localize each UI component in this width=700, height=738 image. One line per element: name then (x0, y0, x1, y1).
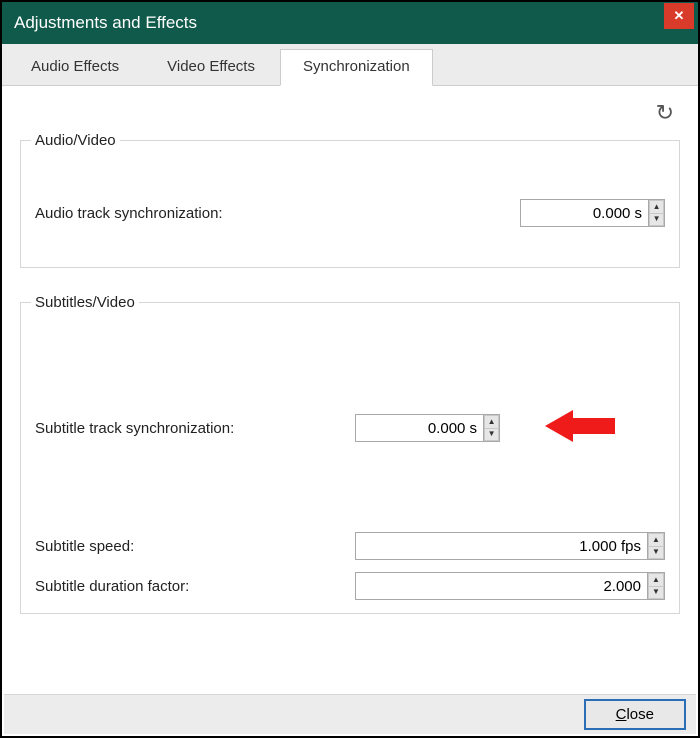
audio-sync-label: Audio track synchronization: (35, 205, 223, 222)
group-subtitles-video: Subtitles/Video Subtitle track synchroni… (20, 294, 680, 614)
subtitle-duration-spinbox[interactable]: ▲ ▼ (355, 572, 665, 600)
close-button-rest: lose (626, 706, 654, 723)
spin-up-icon[interactable]: ▲ (484, 415, 499, 428)
subtitle-speed-label: Subtitle speed: (35, 538, 134, 555)
close-button[interactable]: Close (584, 699, 686, 730)
subtitle-duration-label: Subtitle duration factor: (35, 578, 189, 595)
spin-down-icon[interactable]: ▼ (484, 428, 499, 442)
arrow-callout-icon (545, 406, 615, 450)
window-close-button[interactable]: ✕ (664, 3, 694, 29)
audio-sync-input[interactable] (521, 200, 648, 226)
window-title: Adjustments and Effects (14, 13, 197, 33)
spin-down-icon[interactable]: ▼ (649, 213, 664, 227)
spin-down-icon[interactable]: ▼ (648, 546, 664, 560)
group-subtitles-video-legend: Subtitles/Video (31, 294, 139, 311)
tab-content-synchronization: ↻ Audio/Video Audio track synchronizatio… (2, 86, 698, 614)
audio-sync-spinbox[interactable]: ▲ ▼ (520, 199, 665, 227)
subtitle-duration-input[interactable] (356, 573, 647, 599)
tab-synchronization[interactable]: Synchronization (280, 49, 433, 86)
refresh-icon[interactable]: ↻ (656, 100, 674, 126)
group-audio-video-legend: Audio/Video (31, 132, 120, 149)
spin-up-icon[interactable]: ▲ (648, 573, 664, 586)
close-icon: ✕ (674, 8, 685, 24)
subtitle-speed-spinbox[interactable]: ▲ ▼ (355, 532, 665, 560)
spin-up-icon[interactable]: ▲ (649, 200, 664, 213)
group-audio-video: Audio/Video Audio track synchronization:… (20, 132, 680, 268)
subtitle-sync-spinbox[interactable]: ▲ ▼ (355, 414, 500, 442)
tab-bar: Audio Effects Video Effects Synchronizat… (2, 44, 698, 86)
tab-video-effects[interactable]: Video Effects (144, 49, 278, 86)
dialog-footer: Close (4, 694, 696, 734)
tab-audio-effects[interactable]: Audio Effects (8, 49, 142, 86)
title-bar: Adjustments and Effects ✕ (2, 2, 698, 44)
subtitle-speed-input[interactable] (356, 533, 647, 559)
subtitle-sync-label: Subtitle track synchronization: (35, 420, 234, 437)
subtitle-sync-input[interactable] (356, 415, 483, 441)
spin-down-icon[interactable]: ▼ (648, 586, 664, 600)
spin-up-icon[interactable]: ▲ (648, 533, 664, 546)
